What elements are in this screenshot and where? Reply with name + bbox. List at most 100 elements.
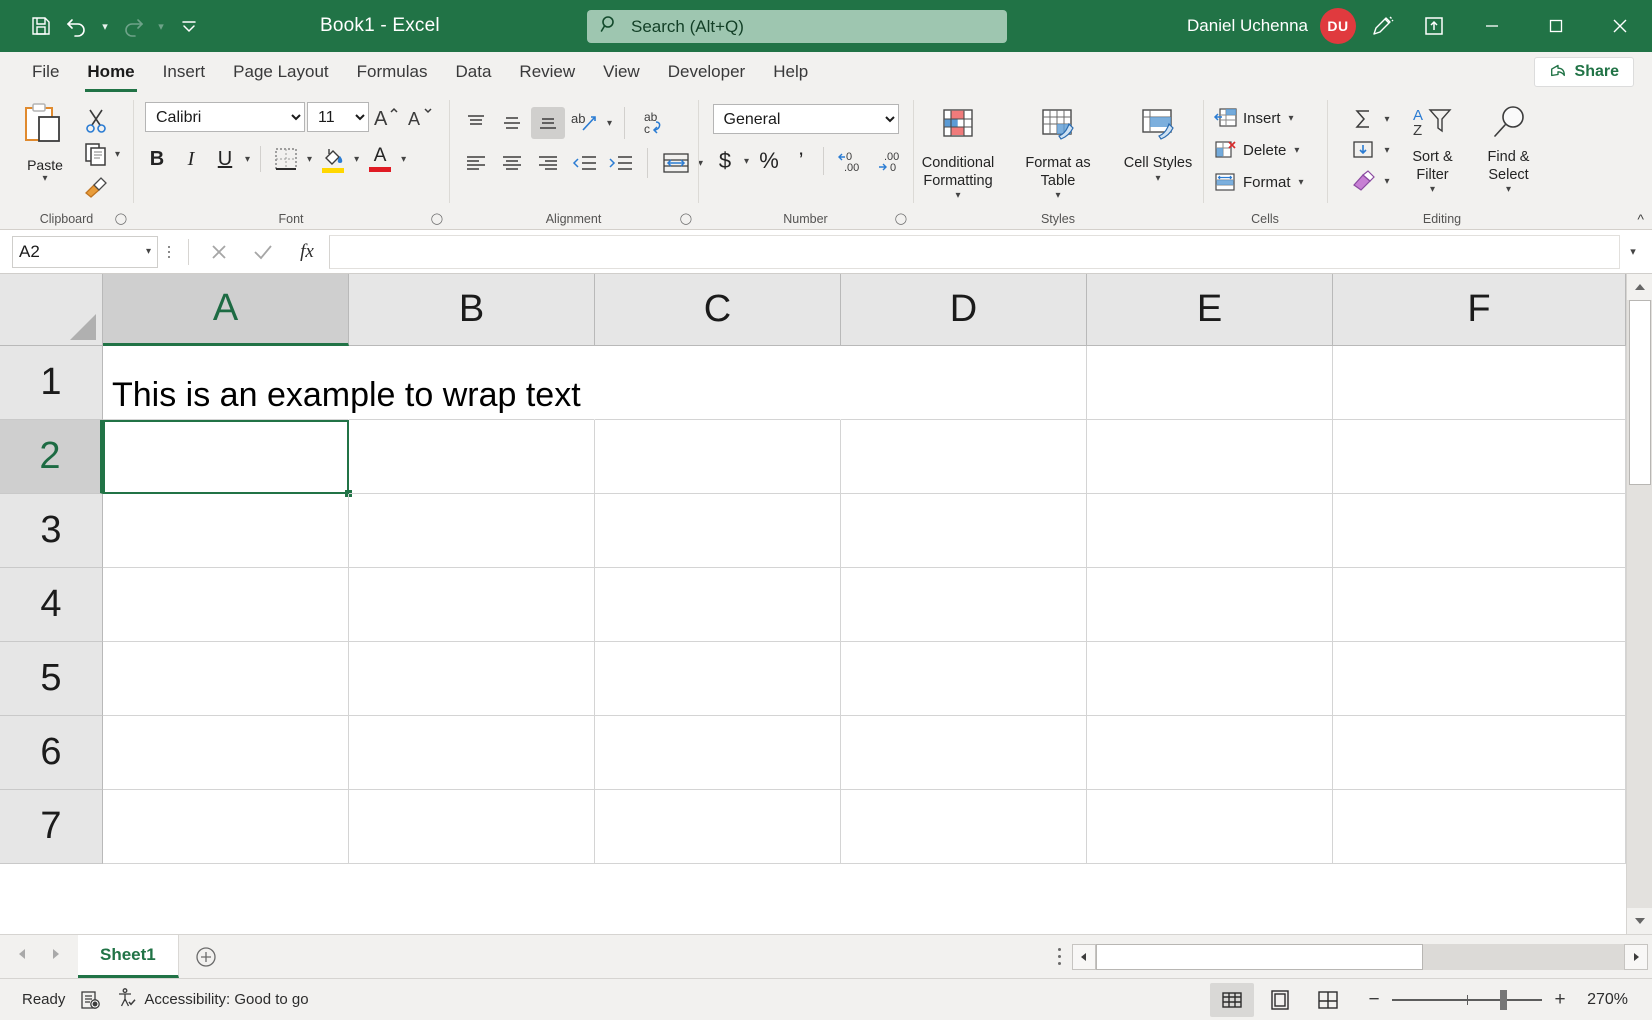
zoom-thumb[interactable] xyxy=(1500,990,1507,1010)
font-color-dropdown-icon[interactable]: ▾ xyxy=(399,154,408,165)
normal-view-button[interactable] xyxy=(1210,983,1254,1017)
sort-and-filter-button[interactable]: A Z Sort & Filter ▾ xyxy=(1398,104,1468,196)
cell-d1[interactable] xyxy=(841,346,1087,420)
clear-dropdown-icon[interactable]: ▾ xyxy=(1382,176,1391,187)
align-middle-button[interactable] xyxy=(495,107,529,139)
cell-e2[interactable] xyxy=(1087,420,1333,494)
accessibility-checker[interactable]: Accessibility: Good to go xyxy=(115,987,308,1013)
decrease-font-size-icon[interactable]: A xyxy=(405,102,437,132)
cell-c2[interactable] xyxy=(595,420,841,494)
cancel-entry-button[interactable] xyxy=(197,236,241,268)
copy-dropdown-icon[interactable]: ▾ xyxy=(113,149,122,160)
cell-e1[interactable] xyxy=(1087,346,1333,420)
split-handle[interactable] xyxy=(1046,948,1072,965)
fill-color-dropdown-icon[interactable]: ▾ xyxy=(352,154,361,165)
row-header-3[interactable]: 3 xyxy=(0,494,103,568)
increase-font-size-icon[interactable]: A xyxy=(371,102,403,132)
zoom-in-button[interactable]: + xyxy=(1552,989,1568,1011)
cell-styles-dropdown-icon[interactable]: ▾ xyxy=(1153,173,1162,185)
accounting-dropdown-icon[interactable]: ▾ xyxy=(742,156,751,167)
delete-cells-button[interactable]: Delete ▾ xyxy=(1213,134,1306,166)
cell-b3[interactable] xyxy=(349,494,595,568)
macro-record-button[interactable] xyxy=(79,989,101,1011)
horizontal-scroll-track[interactable] xyxy=(1096,944,1624,970)
format-cells-button[interactable]: Format ▾ xyxy=(1213,166,1306,198)
zoom-slider[interactable]: − + xyxy=(1366,989,1568,1011)
number-dialog-launcher[interactable]: ◯ xyxy=(895,212,907,225)
select-all-corner[interactable] xyxy=(0,274,103,346)
insert-cells-button[interactable]: Insert ▾ xyxy=(1213,102,1306,134)
scroll-down-icon[interactable] xyxy=(1627,908,1652,934)
increase-indent-button[interactable] xyxy=(603,147,637,179)
row-header-5[interactable]: 5 xyxy=(0,642,103,716)
fill-button[interactable] xyxy=(1346,136,1380,164)
tab-file[interactable]: File xyxy=(18,52,73,92)
paste-dropdown-icon[interactable]: ▾ xyxy=(40,173,49,185)
tab-data[interactable]: Data xyxy=(442,52,506,92)
page-break-preview-button[interactable] xyxy=(1306,983,1350,1017)
column-header-c[interactable]: C xyxy=(595,274,841,346)
maximize-button[interactable] xyxy=(1524,0,1588,52)
underline-button[interactable]: U xyxy=(209,143,241,175)
font-family-select[interactable]: Calibri xyxy=(145,102,305,132)
tab-page-layout[interactable]: Page Layout xyxy=(219,52,342,92)
accounting-number-format-button[interactable]: $ xyxy=(710,145,740,177)
merge-and-center-button[interactable] xyxy=(658,146,694,180)
cell-c7[interactable] xyxy=(595,790,841,864)
fill-dropdown-icon[interactable]: ▾ xyxy=(1382,145,1391,156)
font-size-select[interactable]: 11 xyxy=(307,102,369,132)
format-as-table-button[interactable]: Format as Table ▾ xyxy=(1010,106,1106,202)
decrease-indent-button[interactable] xyxy=(567,147,601,179)
cell-c6[interactable] xyxy=(595,716,841,790)
find-select-dropdown-icon[interactable]: ▾ xyxy=(1504,184,1513,196)
cell-b2[interactable] xyxy=(349,420,595,494)
tab-view[interactable]: View xyxy=(589,52,654,92)
copy-button[interactable] xyxy=(79,139,113,169)
save-icon[interactable] xyxy=(24,9,58,43)
vertical-scroll-track[interactable] xyxy=(1627,300,1652,908)
share-button[interactable]: Share xyxy=(1534,57,1634,87)
collapse-ribbon-icon[interactable]: ^ xyxy=(1637,211,1644,227)
vertical-scroll-thumb[interactable] xyxy=(1629,300,1651,485)
number-format-select[interactable]: General xyxy=(713,104,899,134)
conditional-formatting-button[interactable]: Conditional Formatting ▾ xyxy=(910,106,1006,202)
row-header-4[interactable]: 4 xyxy=(0,568,103,642)
comma-style-button[interactable]: ’ xyxy=(787,145,815,177)
autosum-dropdown-icon[interactable]: ▾ xyxy=(1382,114,1391,125)
cell-a2[interactable] xyxy=(103,420,349,494)
scroll-left-icon[interactable] xyxy=(1072,944,1096,970)
column-header-f[interactable]: F xyxy=(1333,274,1626,346)
font-dialog-launcher[interactable]: ◯ xyxy=(431,212,443,225)
cell-d7[interactable] xyxy=(841,790,1087,864)
formula-bar-grip[interactable] xyxy=(158,246,180,258)
fill-color-button[interactable] xyxy=(316,142,350,176)
ink-pen-icon[interactable] xyxy=(1356,0,1408,52)
orientation-button[interactable]: ab xyxy=(567,107,603,139)
close-button[interactable] xyxy=(1588,0,1652,52)
redo-icon[interactable] xyxy=(116,9,150,43)
enter-entry-button[interactable] xyxy=(241,236,285,268)
italic-button[interactable]: I xyxy=(175,143,207,175)
zoom-level[interactable]: 270% xyxy=(1572,991,1628,1009)
scroll-up-icon[interactable] xyxy=(1627,274,1652,300)
name-box-dropdown-icon[interactable]: ▾ xyxy=(146,246,151,257)
align-left-button[interactable] xyxy=(459,147,493,179)
row-header-6[interactable]: 6 xyxy=(0,716,103,790)
bold-button[interactable]: B xyxy=(141,143,173,175)
add-sheet-button[interactable] xyxy=(179,935,233,978)
format-dropdown-icon[interactable]: ▾ xyxy=(1297,177,1306,188)
sort-filter-dropdown-icon[interactable]: ▾ xyxy=(1428,184,1437,196)
conditional-formatting-dropdown-icon[interactable]: ▾ xyxy=(953,190,962,202)
cell-b4[interactable] xyxy=(349,568,595,642)
formula-input[interactable] xyxy=(329,235,1620,269)
undo-dropdown-icon[interactable]: ▾ xyxy=(96,9,114,43)
borders-button[interactable] xyxy=(269,143,303,175)
cell-b7[interactable] xyxy=(349,790,595,864)
column-header-b[interactable]: B xyxy=(349,274,595,346)
horizontal-scroll-thumb[interactable] xyxy=(1096,944,1423,970)
cell-e5[interactable] xyxy=(1087,642,1333,716)
zoom-track[interactable] xyxy=(1392,999,1542,1001)
column-header-e[interactable]: E xyxy=(1087,274,1333,346)
insert-dropdown-icon[interactable]: ▾ xyxy=(1287,113,1296,124)
cell-e4[interactable] xyxy=(1087,568,1333,642)
